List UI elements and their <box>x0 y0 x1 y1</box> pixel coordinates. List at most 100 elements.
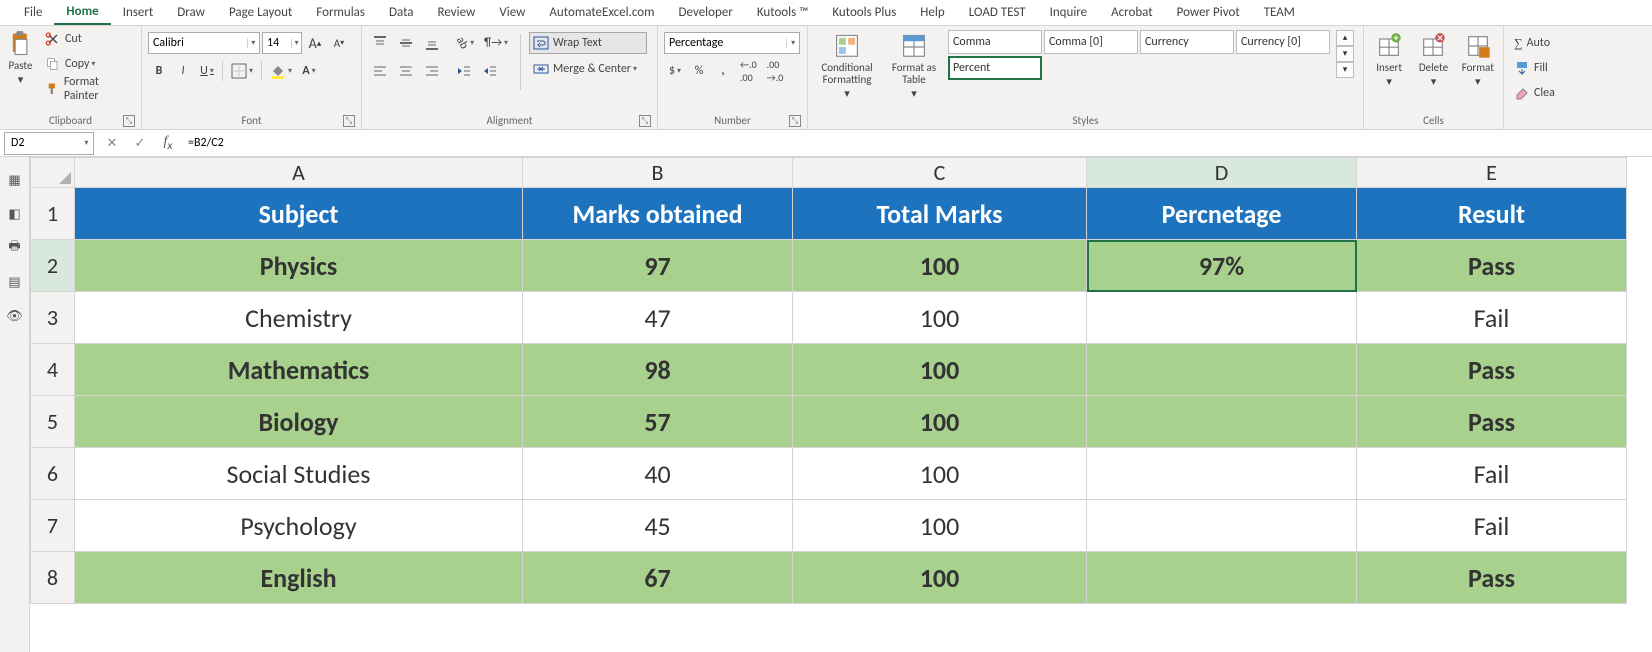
menu-tab-developer[interactable]: Developer <box>667 1 745 24</box>
cell-D8[interactable] <box>1087 552 1357 604</box>
cell-C4[interactable]: 100 <box>793 344 1087 396</box>
menu-tab-load-test[interactable]: LOAD TEST <box>957 1 1038 24</box>
row-header-1[interactable]: 1 <box>31 188 75 240</box>
cell-B7[interactable]: 45 <box>523 500 793 552</box>
select-all-corner[interactable] <box>31 158 75 188</box>
cell-D5[interactable] <box>1087 396 1357 448</box>
cell-B5[interactable]: 57 <box>523 396 793 448</box>
more-styles-icon[interactable]: ▾ <box>1336 62 1354 78</box>
menu-tab-review[interactable]: Review <box>426 1 488 24</box>
decrease-decimal-button[interactable]: .00→.0 <box>763 60 788 82</box>
comma-button[interactable]: , <box>712 60 734 82</box>
format-cells-button[interactable]: Format▾ <box>1459 30 1497 100</box>
bold-button[interactable]: B <box>148 60 170 82</box>
percent-button[interactable]: % <box>688 60 710 82</box>
col-header-A[interactable]: A <box>75 158 523 188</box>
chevron-down-icon[interactable]: ▾ <box>786 38 799 48</box>
style-currency[interactable]: Currency <box>1140 30 1234 54</box>
cell-E7[interactable]: Fail <box>1357 500 1627 552</box>
cell-D4[interactable] <box>1087 344 1357 396</box>
accounting-button[interactable]: $▾ <box>664 60 686 82</box>
menu-tab-kutools-plus[interactable]: Kutools Plus <box>820 1 908 24</box>
cell-D7[interactable] <box>1087 500 1357 552</box>
menu-tab-acrobat[interactable]: Acrobat <box>1099 1 1165 24</box>
menu-tab-home[interactable]: Home <box>54 0 110 25</box>
cell-D6[interactable] <box>1087 448 1357 500</box>
align-center-button[interactable] <box>394 60 418 82</box>
cell-A8[interactable]: English <box>75 552 523 604</box>
orientation-button[interactable]: ab▾ <box>452 32 478 54</box>
menu-tab-file[interactable]: File <box>12 1 54 24</box>
cell-C8[interactable]: 100 <box>793 552 1087 604</box>
font-size-combo[interactable]: ▾ <box>262 32 302 54</box>
shrink-font-button[interactable]: A▾ <box>328 32 350 54</box>
row-header-3[interactable]: 3 <box>31 292 75 344</box>
row-header-6[interactable]: 6 <box>31 448 75 500</box>
row-header-2[interactable]: 2 <box>31 240 75 292</box>
cell-A2[interactable]: Physics <box>75 240 523 292</box>
decrease-indent-button[interactable] <box>452 60 476 82</box>
dialog-launcher[interactable]: ⤡ <box>123 115 135 127</box>
menu-tab-draw[interactable]: Draw <box>165 1 217 24</box>
menu-tab-view[interactable]: View <box>487 1 537 24</box>
align-right-button[interactable] <box>420 60 444 82</box>
copy-button[interactable]: Copy ▾ <box>41 53 135 75</box>
style-percent[interactable]: Percent <box>948 56 1042 80</box>
align-left-button[interactable] <box>368 60 392 82</box>
row-header-8[interactable]: 8 <box>31 552 75 604</box>
cell-D3[interactable] <box>1087 292 1357 344</box>
cell-A4[interactable]: Mathematics <box>75 344 523 396</box>
style-comma[interactable]: Comma <box>948 30 1042 54</box>
cell-E3[interactable]: Fail <box>1357 292 1627 344</box>
menu-tab-insert[interactable]: Insert <box>111 1 166 24</box>
chevron-down-icon[interactable]: ▾ <box>291 38 301 48</box>
cell-C3[interactable]: 100 <box>793 292 1087 344</box>
ltr-button[interactable]: ¶→▾ <box>480 32 512 54</box>
cell-C6[interactable]: 100 <box>793 448 1087 500</box>
menu-tab-page-layout[interactable]: Page Layout <box>217 1 304 24</box>
tool-3[interactable]: 🖶 <box>6 239 24 257</box>
row-header-5[interactable]: 5 <box>31 396 75 448</box>
underline-button[interactable]: U▾ <box>196 60 218 82</box>
cell-E2[interactable]: Pass <box>1357 240 1627 292</box>
tool-1[interactable]: ▦ <box>6 171 24 189</box>
fill-color-button[interactable]: ▾ <box>266 60 296 82</box>
name-box[interactable]: ▾ <box>4 132 94 155</box>
menu-tab-inquire[interactable]: Inquire <box>1038 1 1100 24</box>
chevron-down-icon[interactable]: ▾ <box>247 38 259 48</box>
format-painter-button[interactable]: Format Painter <box>41 78 135 100</box>
cell-B8[interactable]: 67 <box>523 552 793 604</box>
cell-B1[interactable]: Marks obtained <box>523 188 793 240</box>
grow-font-button[interactable]: A▴ <box>304 32 326 54</box>
cell-A7[interactable]: Psychology <box>75 500 523 552</box>
cell-B2[interactable]: 97 <box>523 240 793 292</box>
style-currency0[interactable]: Currency [0] <box>1236 30 1330 54</box>
enter-formula-button[interactable]: ✓ <box>128 132 152 154</box>
menu-tab-help[interactable]: Help <box>908 1 956 24</box>
wrap-text-button[interactable]: Wrap Text <box>529 32 647 54</box>
cell-A1[interactable]: Subject <box>75 188 523 240</box>
row-header-7[interactable]: 7 <box>31 500 75 552</box>
cancel-formula-button[interactable]: ✕ <box>100 132 124 154</box>
cell-E8[interactable]: Pass <box>1357 552 1627 604</box>
col-header-D[interactable]: D <box>1087 158 1357 188</box>
clear-button[interactable]: Clea <box>1510 82 1570 104</box>
border-button[interactable]: ▾ <box>227 60 257 82</box>
insert-cells-button[interactable]: Insert▾ <box>1370 30 1408 100</box>
italic-button[interactable]: I <box>172 60 194 82</box>
paste-button[interactable]: Paste ▾ <box>6 28 35 98</box>
cell-A5[interactable]: Biology <box>75 396 523 448</box>
cut-button[interactable]: Cut <box>41 28 135 50</box>
cell-B3[interactable]: 47 <box>523 292 793 344</box>
menu-tab-formulas[interactable]: Formulas <box>304 1 377 24</box>
menu-tab-team[interactable]: TEAM <box>1252 1 1307 24</box>
align-middle-button[interactable] <box>394 32 418 54</box>
increase-indent-button[interactable] <box>478 60 502 82</box>
col-header-C[interactable]: C <box>793 158 1087 188</box>
menu-tab-automateexcel-com[interactable]: AutomateExcel.com <box>537 1 666 24</box>
formula-input[interactable] <box>180 132 1652 155</box>
cell-A6[interactable]: Social Studies <box>75 448 523 500</box>
font-size-input[interactable] <box>263 36 291 50</box>
cell-C1[interactable]: Total Marks <box>793 188 1087 240</box>
cell-E1[interactable]: Result <box>1357 188 1627 240</box>
